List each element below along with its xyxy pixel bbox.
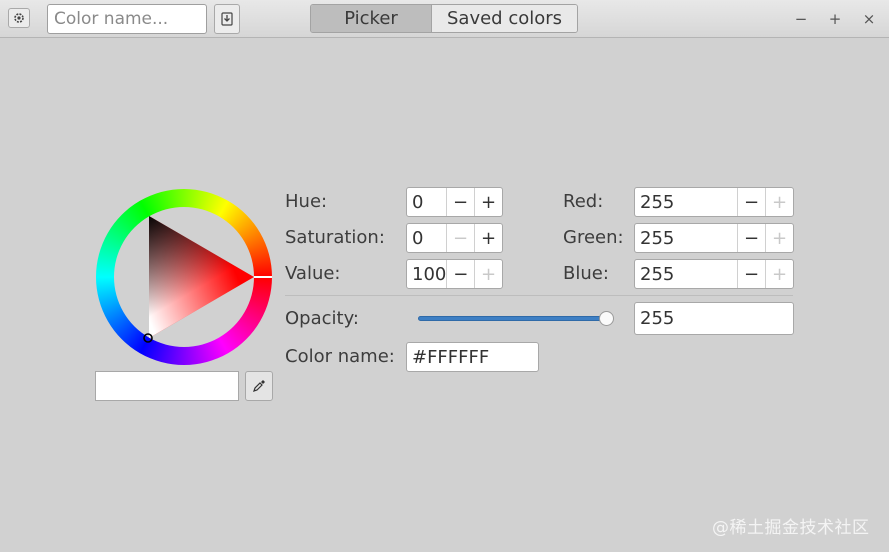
- save-color-button[interactable]: [214, 4, 240, 34]
- eyedropper-icon: [253, 380, 265, 392]
- green-value[interactable]: 255: [635, 224, 737, 252]
- saturation-decrement-button[interactable]: −: [446, 224, 474, 252]
- red-spinbox[interactable]: 255 − +: [634, 187, 794, 217]
- blue-label: Blue:: [563, 263, 609, 284]
- green-spinbox[interactable]: 255 − +: [634, 223, 794, 253]
- hue-label: Hue:: [285, 191, 328, 212]
- color-name-field[interactable]: #FFFFFF: [406, 342, 539, 372]
- value-spinbox[interactable]: 100 − +: [406, 259, 503, 289]
- download-icon: [221, 12, 233, 26]
- red-value[interactable]: 255: [635, 188, 737, 216]
- blue-increment-button[interactable]: +: [765, 260, 793, 288]
- saturation-label: Saturation:: [285, 227, 385, 248]
- value-increment-button[interactable]: +: [474, 260, 502, 288]
- hue-spinbox[interactable]: 0 − +: [406, 187, 503, 217]
- saturation-increment-button[interactable]: +: [474, 224, 502, 252]
- saturation-value[interactable]: 0: [407, 224, 446, 252]
- opacity-value-field[interactable]: 255: [634, 302, 794, 335]
- red-decrement-button[interactable]: −: [737, 188, 765, 216]
- saturation-value-triangle[interactable]: [149, 216, 254, 338]
- green-label: Green:: [563, 227, 624, 248]
- maximize-button[interactable]: +: [825, 9, 845, 29]
- color-preview: [95, 371, 239, 401]
- blue-decrement-button[interactable]: −: [737, 260, 765, 288]
- hue-increment-button[interactable]: +: [474, 188, 502, 216]
- view-tabs: Picker Saved colors: [310, 4, 578, 33]
- title-bar: Picker Saved colors − + ×: [0, 0, 889, 38]
- opacity-label: Opacity:: [285, 308, 359, 329]
- close-button[interactable]: ×: [859, 9, 879, 29]
- tab-picker[interactable]: Picker: [311, 5, 432, 32]
- color-name-label: Color name:: [285, 346, 395, 367]
- red-increment-button[interactable]: +: [765, 188, 793, 216]
- blue-value[interactable]: 255: [635, 260, 737, 288]
- minimize-button[interactable]: −: [791, 9, 811, 29]
- hue-decrement-button[interactable]: −: [446, 188, 474, 216]
- hue-value[interactable]: 0: [407, 188, 446, 216]
- section-divider: [285, 295, 793, 296]
- eyedropper-button[interactable]: [245, 371, 273, 401]
- green-increment-button[interactable]: +: [765, 224, 793, 252]
- green-decrement-button[interactable]: −: [737, 224, 765, 252]
- opacity-slider-handle[interactable]: [599, 311, 614, 326]
- color-search-input[interactable]: [47, 4, 207, 34]
- opacity-slider-track[interactable]: [418, 316, 608, 321]
- tab-saved-colors[interactable]: Saved colors: [432, 5, 577, 32]
- red-label: Red:: [563, 191, 604, 212]
- blue-spinbox[interactable]: 255 − +: [634, 259, 794, 289]
- value-value[interactable]: 100: [407, 260, 446, 288]
- color-wheel[interactable]: [94, 187, 274, 367]
- menu-button[interactable]: [8, 8, 30, 28]
- gear-icon: [14, 13, 24, 23]
- saturation-spinbox[interactable]: 0 − +: [406, 223, 503, 253]
- watermark-text: @稀土掘金技术社区: [712, 518, 870, 538]
- value-label: Value:: [285, 263, 341, 284]
- value-decrement-button[interactable]: −: [446, 260, 474, 288]
